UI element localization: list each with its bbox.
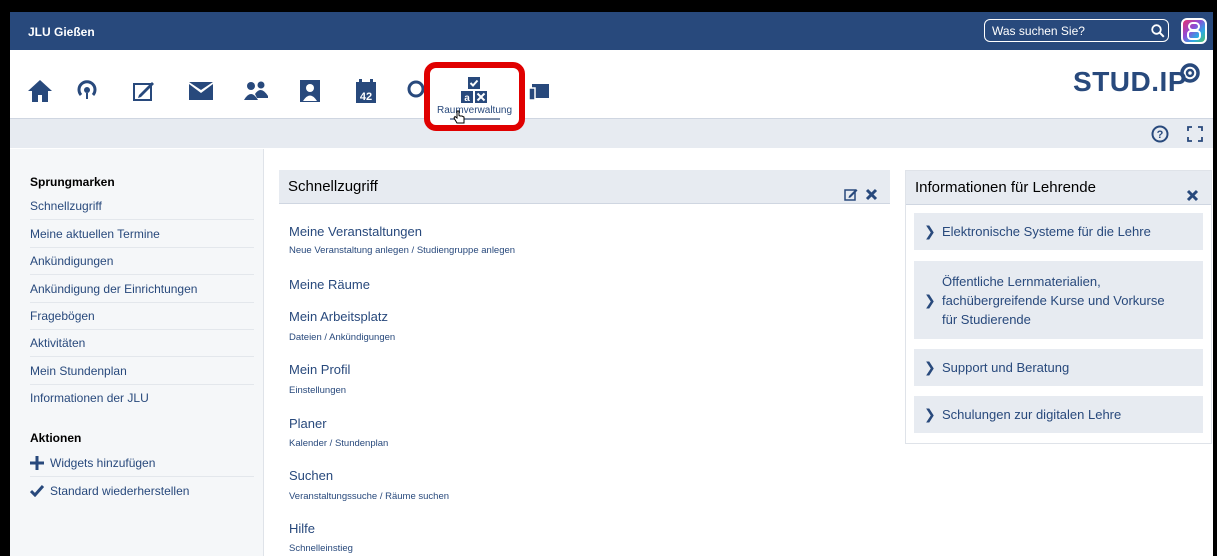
- info-header: Informationen für Lehrende: [906, 171, 1211, 205]
- sidebar-jump-heading: Sprungmarken: [30, 175, 115, 189]
- chevron-right-icon: ❯: [924, 406, 936, 422]
- sidebar-item-termine[interactable]: Meine aktuellen Termine: [30, 221, 254, 248]
- sidebar-item-ankuendigung-einrichtungen[interactable]: Ankündigung der Einrichtungen: [30, 276, 254, 303]
- courses-icon[interactable]: [130, 77, 158, 105]
- info-title: Informationen für Lehrende: [915, 179, 1096, 196]
- svg-text:42: 42: [360, 91, 372, 103]
- info-item-label: Support und Beratung: [942, 360, 1070, 375]
- sidebar-item-schnellzugriff[interactable]: Schnellzugriff: [30, 193, 254, 220]
- raumverwaltung-label: Raumverwaltung: [436, 105, 513, 116]
- add-widgets-label: Widgets hinzufügen: [50, 455, 156, 470]
- svg-text:?: ?: [1157, 129, 1164, 141]
- hand-cursor-icon: [453, 110, 465, 129]
- restore-default-action[interactable]: Standard wiederherstellen: [30, 477, 254, 505]
- add-widgets-action[interactable]: Widgets hinzufügen: [30, 449, 254, 477]
- chevron-right-icon: ❯: [924, 223, 936, 239]
- activity-icon[interactable]: [73, 77, 101, 105]
- close-icon[interactable]: [1186, 181, 1199, 215]
- quicklink-sub[interactable]: Neue Veranstaltung anlegen / Studiengrup…: [289, 245, 515, 256]
- site-brand[interactable]: JLU Gießen: [28, 25, 95, 39]
- info-item-label: Elektronische Systeme für die Lehre: [942, 224, 1151, 239]
- chevron-right-icon: ❯: [924, 359, 936, 375]
- logo-swirl-icon: [1180, 63, 1200, 83]
- svg-text:a: a: [464, 93, 470, 104]
- info-item-schulungen[interactable]: ❯ Schulungen zur digitalen Lehre: [914, 396, 1203, 433]
- info-item-support[interactable]: ❯ Support und Beratung: [914, 349, 1203, 386]
- planner-icon[interactable]: 42: [352, 77, 380, 105]
- top-bar: JLU Gießen: [10, 0, 1213, 50]
- info-item-lernmaterialien[interactable]: ❯ Öffentliche Lernmaterialien, fachüberg…: [914, 261, 1203, 339]
- quicklink-title[interactable]: Hilfe: [289, 521, 315, 536]
- tools-icon[interactable]: [525, 77, 553, 105]
- screen-frame-right: [1213, 0, 1217, 556]
- check-icon: [30, 485, 44, 497]
- sidebar-item-ankuendigungen[interactable]: Ankündigungen: [30, 248, 254, 275]
- edit-icon[interactable]: [844, 180, 858, 214]
- fullscreen-icon[interactable]: [1187, 126, 1203, 147]
- info-item-label: Schulungen zur digitalen Lehre: [942, 407, 1122, 422]
- sub-navigation-bar: ?: [10, 118, 1213, 148]
- quicklink-sub[interactable]: Dateien / Ankündigungen: [289, 332, 395, 343]
- plus-icon: [30, 455, 44, 470]
- sidebar-item-informationen-jlu[interactable]: Informationen der JLU: [30, 385, 254, 412]
- quicklink-title[interactable]: Meine Veranstaltungen: [289, 224, 422, 239]
- quicklinks-header: Schnellzugriff: [279, 170, 890, 204]
- search-icon[interactable]: [1147, 20, 1168, 42]
- search-input[interactable]: [985, 23, 1147, 38]
- home-icon[interactable]: [26, 77, 54, 105]
- quicklink-sub[interactable]: Einstellungen: [289, 385, 346, 396]
- info-item-elektronische-systeme[interactable]: ❯ Elektronische Systeme für die Lehre: [914, 213, 1203, 250]
- studip-logo[interactable]: STUD.IP: [1073, 66, 1187, 98]
- quicklink-title[interactable]: Planer: [289, 416, 327, 431]
- quicklink-sub[interactable]: Schnelleinstieg: [289, 543, 353, 554]
- quicklink-title[interactable]: Mein Arbeitsplatz: [289, 309, 388, 324]
- quicklinks-title: Schnellzugriff: [288, 178, 378, 195]
- global-search: [984, 19, 1169, 42]
- quicklink-title[interactable]: Meine Räume: [289, 277, 370, 292]
- quicklink-title[interactable]: Mein Profil: [289, 362, 350, 377]
- screen-frame-left: [0, 0, 10, 556]
- main-navigation: 42 STUD.IP: [10, 50, 1213, 118]
- sidebar-item-frageboegen[interactable]: Fragebögen: [30, 303, 254, 330]
- avatar[interactable]: [1181, 18, 1207, 44]
- sidebar-actions-heading: Aktionen: [30, 431, 82, 445]
- messages-icon[interactable]: [187, 77, 215, 105]
- community-icon[interactable]: [242, 77, 270, 105]
- sidebar-item-stundenplan[interactable]: Mein Stundenplan: [30, 358, 254, 385]
- quicklink-sub[interactable]: Veranstaltungssuche / Räume suchen: [289, 491, 449, 502]
- raumverwaltung-nav-item[interactable]: a Raumverwaltung: [424, 62, 525, 131]
- sidebar-item-aktivitaeten[interactable]: Aktivitäten: [30, 330, 254, 357]
- quicklink-sub[interactable]: Kalender / Stundenplan: [289, 438, 388, 449]
- sidebar: Sprungmarken Schnellzugriff Meine aktuel…: [10, 149, 264, 556]
- info-item-label: Öffentliche Lernmaterialien, fachübergre…: [942, 273, 1165, 327]
- profile-icon[interactable]: [296, 77, 324, 105]
- help-icon[interactable]: ?: [1151, 125, 1169, 148]
- quicklink-title[interactable]: Suchen: [289, 468, 333, 483]
- restore-default-label: Standard wiederherstellen: [50, 484, 190, 498]
- chevron-right-icon: ❯: [924, 291, 936, 308]
- close-icon[interactable]: [865, 180, 878, 214]
